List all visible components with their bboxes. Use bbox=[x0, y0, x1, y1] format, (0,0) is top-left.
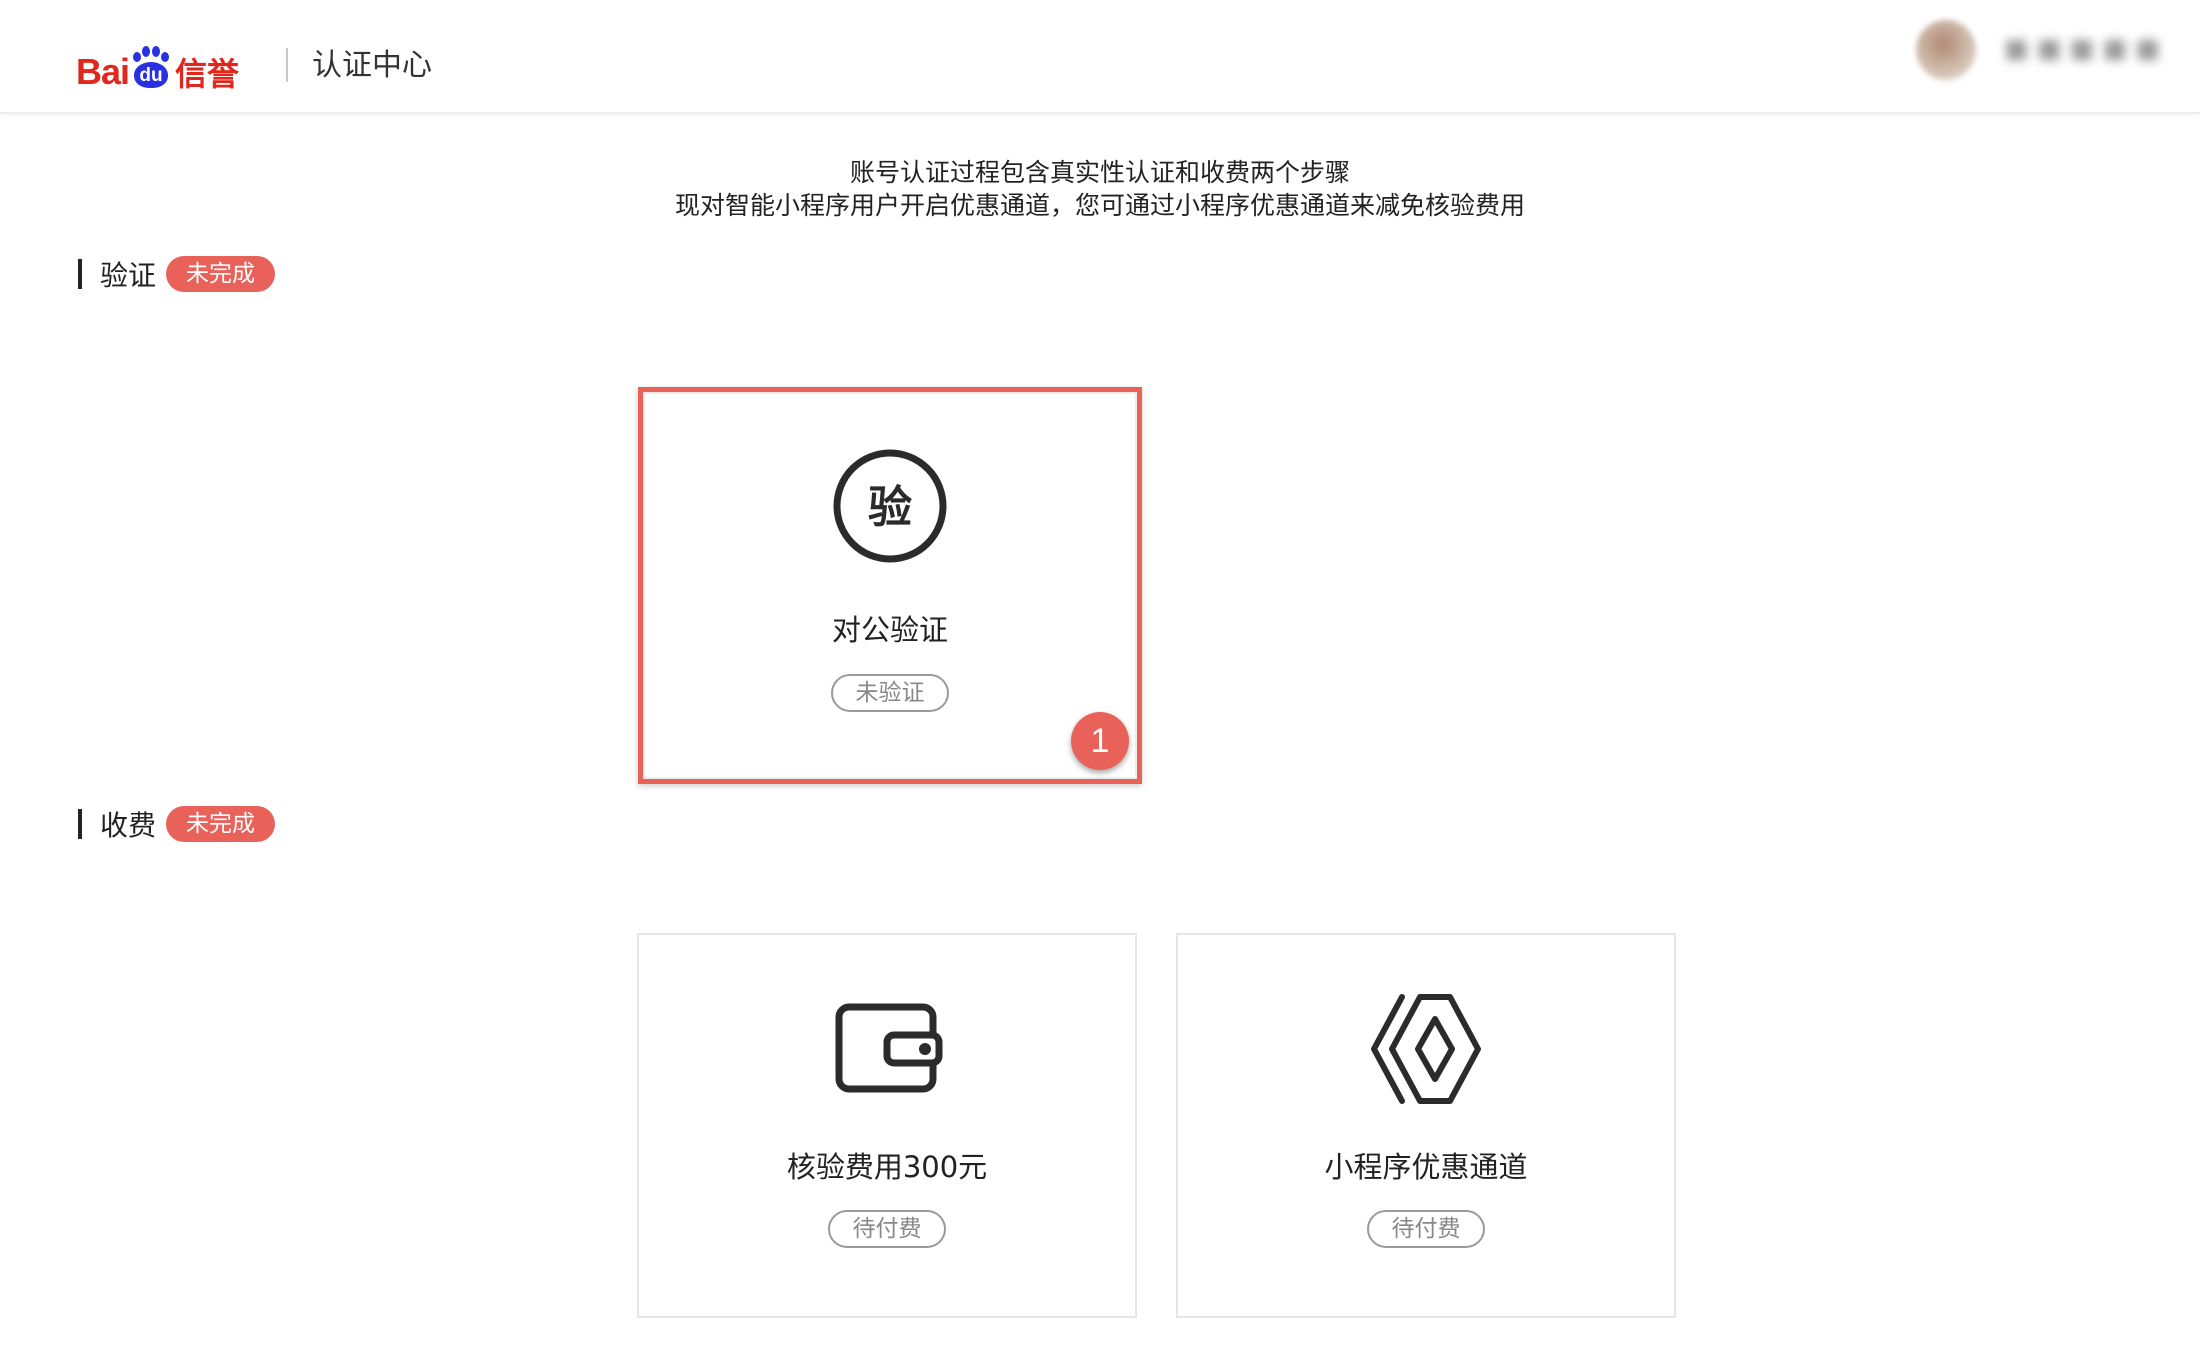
card-verification-fee[interactable]: 核验费用300元 待付费 bbox=[637, 933, 1137, 1318]
card-status-badge: 待付费 bbox=[828, 1210, 946, 1248]
section-marker-bar bbox=[78, 809, 82, 839]
wallet-icon bbox=[835, 1003, 943, 1093]
step-number-badge: 1 bbox=[1071, 712, 1129, 770]
baidu-paw-icon: du bbox=[131, 46, 171, 90]
user-name[interactable]: ■ ■ ■ ■ ■ bbox=[2004, 34, 2160, 66]
card-status-badge: 待付费 bbox=[1367, 1210, 1485, 1248]
intro-text: 账号认证过程包含真实性认证和收费两个步骤 现对智能小程序用户开启优惠通道，您可通… bbox=[0, 156, 2200, 222]
header-divider bbox=[286, 48, 288, 82]
top-header: Bai du 信誉 认证中心 ■ ■ ■ ■ ■ bbox=[0, 0, 2200, 114]
section-heading-payment: 收费 未完成 bbox=[78, 804, 276, 844]
card-status-badge: 未验证 bbox=[831, 674, 949, 712]
verify-seal-icon: 验 bbox=[833, 449, 947, 563]
card-mini-program-channel[interactable]: 小程序优惠通道 待付费 bbox=[1176, 933, 1676, 1318]
card-title: 对公验证 bbox=[831, 613, 948, 647]
card-title: 小程序优惠通道 bbox=[1324, 1150, 1528, 1184]
logo-text-xinyu: 信誉 bbox=[175, 55, 240, 93]
avatar[interactable] bbox=[1916, 20, 1976, 80]
logo-text-du: du bbox=[134, 62, 169, 88]
section-heading-verify: 验证 未完成 bbox=[78, 254, 276, 294]
intro-line-1: 账号认证过程包含真实性认证和收费两个步骤 bbox=[849, 158, 1350, 187]
section-title-verify: 验证 bbox=[100, 259, 157, 292]
status-badge: 未完成 bbox=[166, 256, 276, 292]
diamond-channel-icon bbox=[1371, 994, 1481, 1104]
logo-text-bai: Bai bbox=[76, 51, 130, 92]
baidu-xinyu-logo[interactable]: Bai du 信誉 bbox=[76, 30, 239, 90]
section-marker-bar bbox=[78, 259, 82, 289]
card-corporate-verification[interactable]: 验 对公验证 未验证 1 bbox=[638, 387, 1142, 784]
card-title: 核验费用300元 bbox=[786, 1150, 988, 1184]
intro-line-2: 现对智能小程序用户开启优惠通道，您可通过小程序优惠通道来减免核验费用 bbox=[674, 191, 1525, 220]
section-title-payment: 收费 bbox=[100, 809, 157, 842]
verify-seal-char: 验 bbox=[868, 482, 912, 533]
page-title: 认证中心 bbox=[312, 48, 432, 83]
status-badge: 未完成 bbox=[166, 806, 276, 842]
